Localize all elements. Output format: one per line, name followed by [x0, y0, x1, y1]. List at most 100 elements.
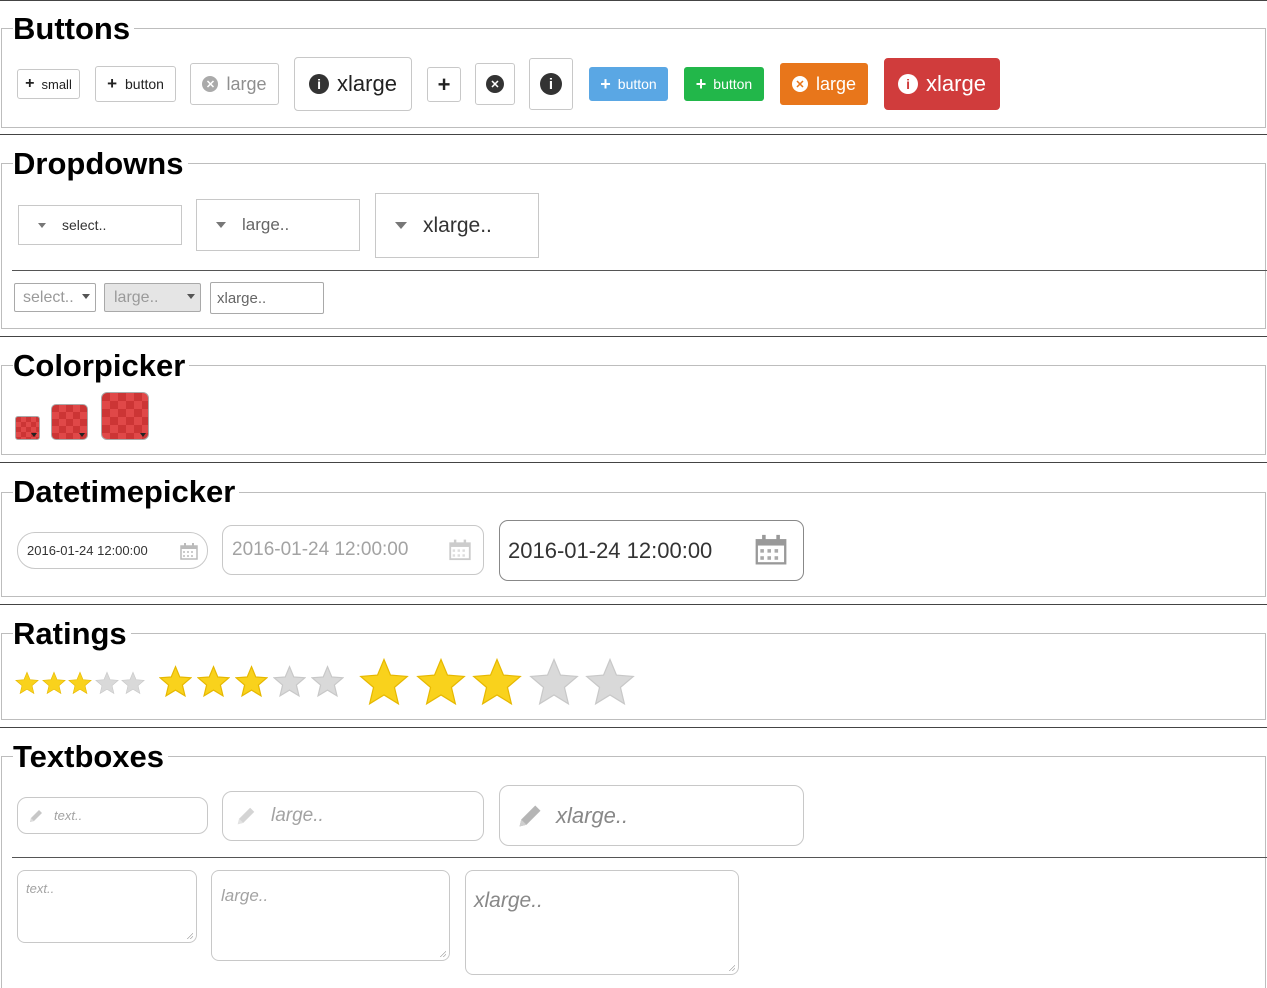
large-close-button[interactable]: ✕ large: [190, 63, 279, 105]
colorpicker-large-swatch[interactable]: [51, 404, 88, 440]
text-input-large[interactable]: large..: [222, 791, 484, 841]
star-filled-icon[interactable]: [197, 665, 230, 698]
chevron-down-icon: [38, 222, 46, 228]
plus-icon-button[interactable]: +: [427, 67, 461, 102]
native-select-large-value: large..: [114, 288, 159, 306]
calendar-icon[interactable]: [755, 534, 787, 572]
xlarge-dropdown-value: xlarge..: [423, 213, 492, 237]
plus-icon: +: [437, 71, 451, 97]
divider: [12, 857, 1267, 858]
text-input-small[interactable]: text..: [17, 797, 208, 834]
colorpicker-small-swatch[interactable]: [15, 416, 40, 440]
colorpicker-xlarge-swatch[interactable]: [101, 392, 149, 440]
calendar-icon[interactable]: [180, 543, 198, 563]
chevron-down-icon: [79, 433, 85, 437]
resize-handle-icon[interactable]: [186, 932, 193, 939]
colorpicker-section: Colorpicker: [0, 336, 1267, 457]
datetime-input-xlarge[interactable]: 2016-01-24 12:00:00: [499, 520, 804, 581]
textboxes-heading: Textboxes: [13, 740, 169, 774]
star-filled-icon[interactable]: [68, 671, 92, 695]
xlarge-info-button[interactable]: i xlarge: [294, 57, 412, 111]
danger-xlarge-button[interactable]: i xlarge: [884, 58, 1000, 110]
warning-large-button[interactable]: ✕ large: [780, 63, 868, 105]
large-dropdown[interactable]: large..: [196, 199, 360, 251]
dropdowns-heading: Dropdowns: [13, 147, 188, 181]
dropdowns-section: Dropdowns select.. large.. xlarge.. sele…: [0, 134, 1267, 331]
star-empty-icon[interactable]: [94, 671, 119, 695]
star-filled-icon[interactable]: [15, 671, 39, 695]
resize-handle-icon[interactable]: [728, 964, 735, 971]
star-empty-icon[interactable]: [121, 671, 145, 695]
info-circle-icon: i: [898, 74, 919, 94]
star-filled-icon[interactable]: [159, 665, 192, 698]
button-label: button: [125, 76, 164, 92]
star-filled-icon[interactable]: [472, 657, 522, 707]
text-input-small-placeholder: text..: [54, 808, 83, 823]
chevron-down-icon: [187, 294, 195, 299]
datetimepicker-section: Datetimepicker 2016-01-24 12:00:00 2016-…: [0, 462, 1267, 599]
datetime-large-value: 2016-01-24 12:00:00: [232, 539, 409, 560]
star-empty-icon[interactable]: [311, 665, 344, 698]
colorpicker-heading: Colorpicker: [13, 349, 190, 383]
small-plus-button[interactable]: + small: [17, 69, 80, 99]
info-circle-icon: i: [309, 74, 330, 94]
textarea-small-placeholder: text..: [26, 881, 55, 896]
star-filled-icon[interactable]: [41, 671, 66, 695]
close-icon-button[interactable]: ✕: [475, 63, 515, 105]
textarea-xlarge[interactable]: xlarge..: [465, 870, 739, 975]
native-select-xlarge[interactable]: xlarge..: [210, 282, 324, 314]
plus-icon: +: [107, 74, 117, 93]
xlarge-dropdown[interactable]: xlarge..: [375, 193, 539, 258]
danger-button-label: xlarge: [926, 71, 986, 96]
xlarge-button-label: xlarge: [337, 71, 397, 96]
small-button-label: small: [41, 76, 72, 92]
textarea-small[interactable]: text..: [17, 870, 197, 943]
native-select-xlarge-value: xlarge..: [217, 289, 267, 307]
chevron-down-icon: [82, 294, 90, 299]
textarea-large[interactable]: large..: [211, 870, 450, 961]
info-icon-button[interactable]: i: [529, 58, 573, 110]
native-select-large[interactable]: large..: [104, 283, 201, 312]
divider: [12, 270, 1267, 271]
plus-icon: +: [695, 73, 707, 94]
pencil-icon: [28, 808, 44, 824]
text-input-large-placeholder: large..: [271, 805, 324, 826]
star-filled-icon[interactable]: [359, 657, 409, 707]
pencil-icon: [516, 802, 544, 830]
datetime-xlarge-value: 2016-01-24 12:00:00: [508, 537, 713, 563]
star-filled-icon[interactable]: [235, 665, 268, 698]
primary-button-label: button: [617, 76, 657, 92]
select-dropdown[interactable]: select..: [18, 205, 182, 245]
plus-icon: +: [25, 75, 35, 92]
textboxes-section: Textboxes text.. large.. xlarge.. text..…: [0, 727, 1267, 988]
ratings-heading: Ratings: [13, 617, 131, 651]
star-empty-icon[interactable]: [585, 657, 635, 707]
warning-button-label: large: [815, 73, 857, 94]
resize-handle-icon[interactable]: [439, 950, 446, 957]
datetime-small-value: 2016-01-24 12:00:00: [27, 543, 148, 558]
calendar-icon[interactable]: [449, 539, 471, 567]
close-circle-icon: ✕: [791, 76, 808, 92]
info-circle-icon: i: [540, 73, 562, 95]
ratings-section: Ratings: [0, 604, 1267, 722]
star-empty-icon[interactable]: [273, 665, 306, 698]
text-input-xlarge[interactable]: xlarge..: [499, 785, 804, 846]
datetime-input-small[interactable]: 2016-01-24 12:00:00: [17, 532, 208, 569]
pencil-icon: [235, 805, 257, 827]
plus-icon: +: [600, 73, 611, 94]
close-circle-icon: ✕: [202, 76, 219, 92]
buttons-section: Buttons + small + button ✕ large i xlarg…: [0, 0, 1267, 129]
star-filled-icon[interactable]: [415, 657, 466, 707]
plus-button[interactable]: + button: [95, 66, 176, 102]
datetime-input-large[interactable]: 2016-01-24 12:00:00: [222, 525, 484, 575]
buttons-heading: Buttons: [13, 12, 135, 46]
chevron-down-icon: [395, 222, 407, 229]
datetimepicker-heading: Datetimepicker: [13, 475, 240, 509]
close-circle-icon: ✕: [486, 75, 504, 93]
primary-button[interactable]: + button: [589, 67, 668, 101]
native-select-small[interactable]: select..: [14, 283, 96, 312]
success-button[interactable]: + button: [684, 67, 764, 101]
star-empty-icon[interactable]: [528, 657, 579, 707]
select-dropdown-value: select..: [62, 217, 107, 233]
native-select-small-value: select..: [23, 288, 74, 306]
